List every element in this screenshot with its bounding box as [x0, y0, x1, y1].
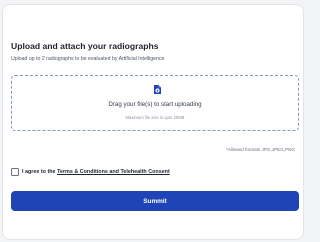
file-dropzone[interactable]: Drag your file(s) to start uploading Max…: [11, 75, 299, 131]
terms-consent-link[interactable]: Terms & Conditions and Telehealth Consen…: [57, 169, 170, 175]
submit-button[interactable]: Summit: [11, 191, 299, 211]
upload-title: Upload and attach your radiographs: [11, 41, 159, 51]
dropzone-prompt: Drag your file(s) to start uploading: [108, 101, 202, 108]
consent-checkbox[interactable]: [11, 168, 19, 176]
upload-subtitle: Upload up to 2 radiographs to be evaluat…: [11, 56, 165, 62]
consent-prefix: I agree to the: [22, 169, 58, 175]
upload-card: Upload and attach your radiographs Uploa…: [2, 4, 304, 240]
consent-row: I agree to the Terms & Conditions and Te…: [11, 167, 170, 177]
consent-label: I agree to the Terms & Conditions and Te…: [22, 169, 170, 175]
allowed-formats-note: *Allowed formats JPG,JPEG,PNG: [225, 147, 295, 152]
max-file-size-note: Maximum file size is upto 20MB: [125, 115, 185, 120]
file-upload-icon: [154, 85, 161, 94]
